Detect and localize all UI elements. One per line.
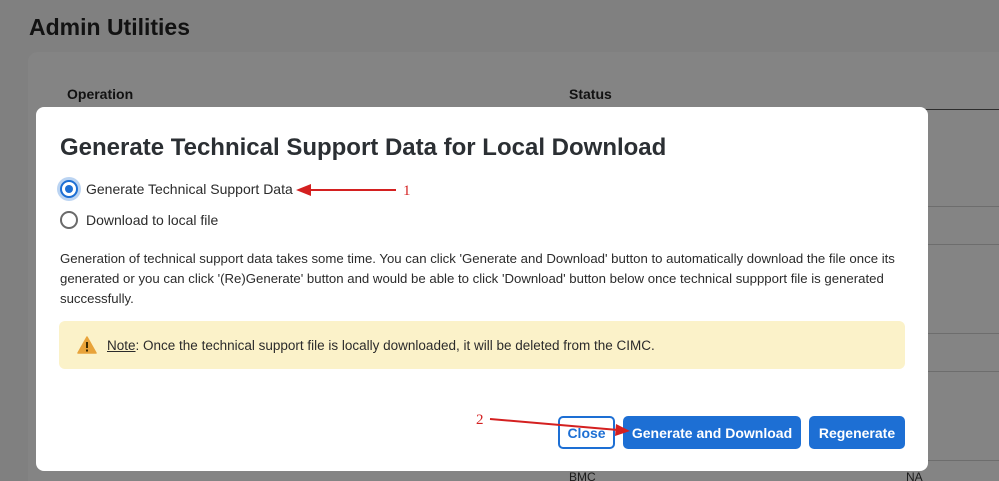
annotation-arrow-1 (296, 184, 396, 196)
annotation-marker-2: 2 (476, 412, 484, 428)
annotation-arrows (296, 184, 630, 436)
annotation-arrow-2 (489, 418, 630, 436)
annotation-marker-1: 1 (403, 183, 411, 199)
